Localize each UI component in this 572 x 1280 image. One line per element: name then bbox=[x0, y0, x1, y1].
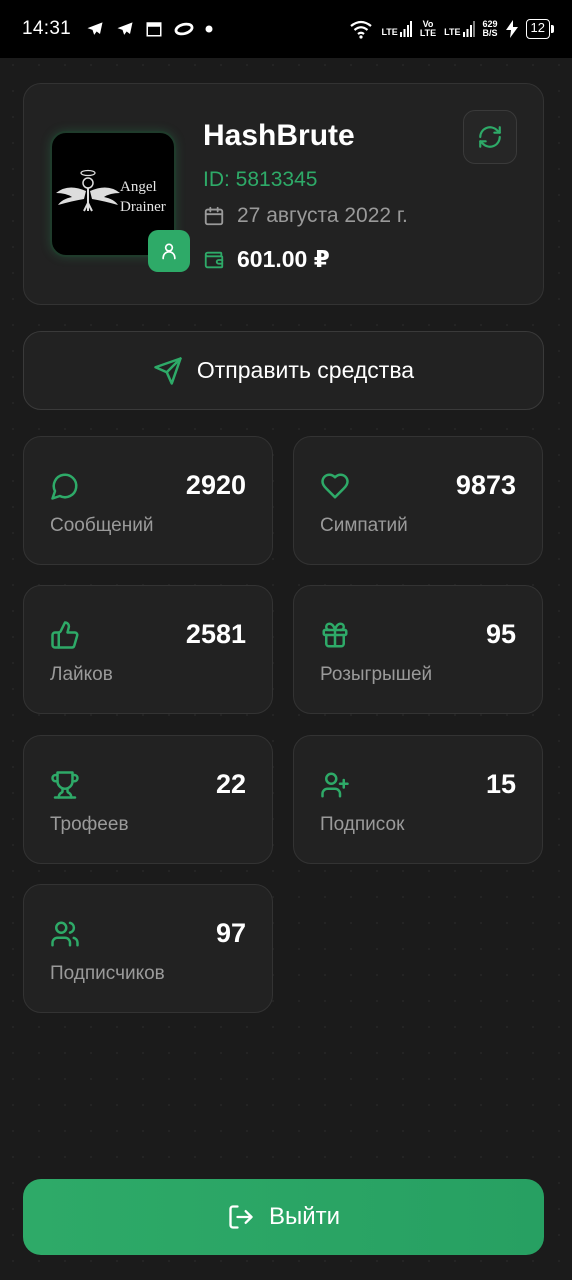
stat-label: Подписок bbox=[320, 814, 405, 835]
stat-value: 95 bbox=[485, 619, 516, 649]
wifi-icon bbox=[350, 20, 373, 39]
balance-amount: 601.00 ₽ bbox=[237, 246, 330, 272]
avatar-text: Angel Drainer bbox=[120, 179, 166, 215]
charging-icon bbox=[505, 20, 518, 38]
stat-label: Сообщений bbox=[50, 515, 154, 536]
user-icon bbox=[162, 243, 176, 260]
notification-icons bbox=[85, 19, 213, 39]
stat-card-followers: 97 Подписчиков bbox=[23, 884, 273, 1013]
heart-icon bbox=[321, 473, 349, 499]
thumbs-up-icon bbox=[51, 621, 79, 649]
stat-label: Розыгрышей bbox=[320, 664, 433, 685]
refresh-button[interactable] bbox=[463, 110, 517, 164]
stat-card-messages: 2920 Сообщений bbox=[23, 436, 273, 565]
user-plus-icon bbox=[321, 772, 349, 798]
registration-date: 27 августа 2022 г. bbox=[203, 204, 408, 228]
stat-value: 2920 bbox=[185, 470, 246, 500]
stat-value: 22 bbox=[215, 769, 246, 799]
ring-notification-icon bbox=[174, 22, 194, 36]
signal-lte-2: LTE bbox=[444, 21, 475, 37]
stat-value: 9873 bbox=[455, 470, 516, 500]
stat-value: 2581 bbox=[185, 619, 246, 649]
stat-card-sympathies: 9873 Симпатий bbox=[293, 436, 543, 565]
refresh-icon bbox=[479, 126, 501, 148]
gift-icon bbox=[322, 622, 348, 648]
system-status: LTE Vo LTE LTE 629 B/S 12 bbox=[349, 19, 555, 39]
stat-value: 97 bbox=[215, 918, 246, 948]
trophy-icon bbox=[51, 771, 79, 799]
signal-bars-icon bbox=[399, 21, 412, 37]
signal-bars-icon bbox=[462, 21, 475, 37]
send-funds-label: Отправить средства bbox=[196, 357, 415, 383]
more-notifications-dot-icon bbox=[205, 25, 213, 33]
wallet-icon bbox=[204, 251, 224, 268]
stat-value: 15 bbox=[485, 769, 516, 799]
user-badge bbox=[148, 230, 190, 272]
send-icon bbox=[154, 356, 182, 385]
profile-name: HashBrute bbox=[203, 119, 355, 152]
message-icon bbox=[51, 473, 78, 500]
telegram-icon bbox=[87, 22, 103, 35]
network-speed: 629 B/S bbox=[482, 19, 498, 38]
stat-label: Симпатий bbox=[320, 515, 408, 536]
volte-indicator: Vo LTE bbox=[419, 19, 437, 38]
logout-icon bbox=[229, 1205, 253, 1229]
stat-label: Лайков bbox=[50, 664, 113, 685]
stat-label: Трофеев bbox=[50, 814, 129, 835]
send-funds-button[interactable]: Отправить средства bbox=[23, 331, 544, 410]
calendar-notification-icon bbox=[146, 22, 162, 37]
users-icon bbox=[51, 921, 79, 947]
stat-card-trophies: 22 Трофеев bbox=[23, 735, 273, 864]
telegram-icon bbox=[117, 22, 133, 35]
stat-card-likes: 2581 Лайков bbox=[23, 585, 273, 714]
status-time: 14:31 bbox=[22, 18, 72, 39]
balance: 601.00 ₽ bbox=[203, 246, 330, 273]
signal-lte-1: LTE bbox=[381, 21, 412, 37]
stat-label: Подписчиков bbox=[50, 963, 165, 984]
date-text: 27 августа 2022 г. bbox=[237, 204, 408, 227]
status-bar: 14:31 LTE Vo LTE LTE 629 B/S 12 bbox=[0, 0, 572, 58]
stat-card-subscriptions: 15 Подписок bbox=[293, 735, 543, 864]
logout-button[interactable]: Выйти bbox=[23, 1179, 544, 1255]
calendar-icon bbox=[204, 206, 224, 226]
profile-card: Angel Drainer HashBrute ID: 5813345 27 а… bbox=[23, 83, 544, 305]
logout-label: Выйти bbox=[268, 1203, 341, 1230]
stat-card-giveaways: 95 Розыгрышей bbox=[293, 585, 543, 714]
angel-logo-icon bbox=[56, 169, 120, 212]
profile-id: ID: 5813345 bbox=[203, 168, 318, 191]
battery-level: 12 bbox=[525, 19, 555, 39]
